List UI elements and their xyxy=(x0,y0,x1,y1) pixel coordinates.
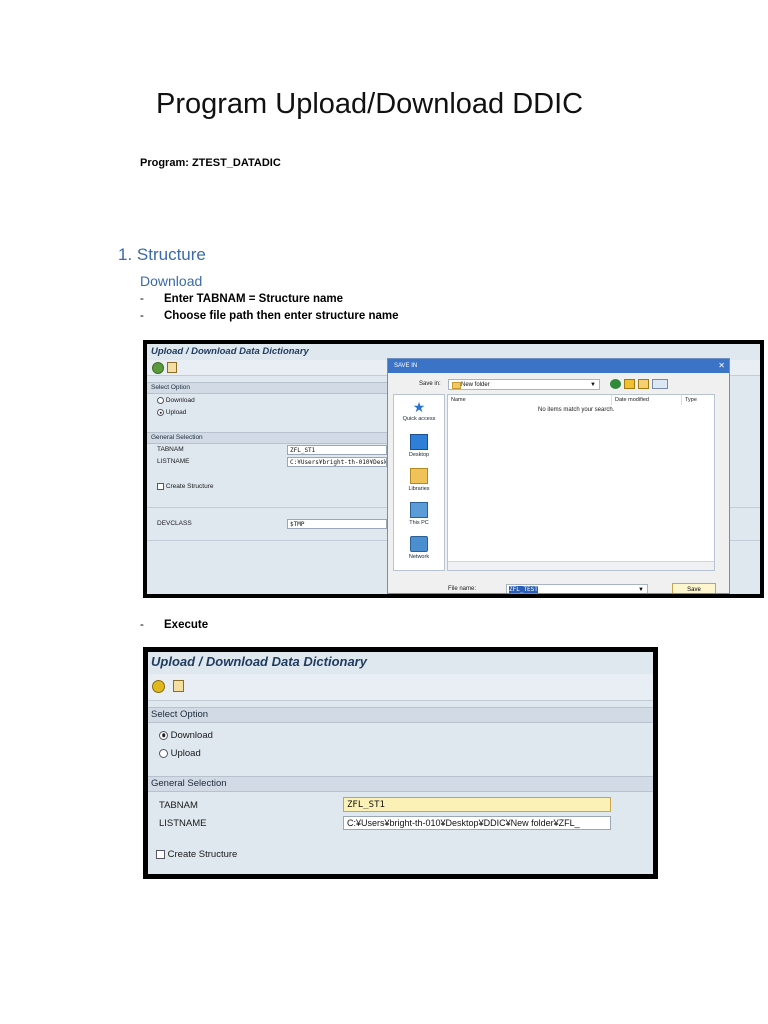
new-folder-icon[interactable] xyxy=(638,379,649,389)
create-structure-label: Create Structure xyxy=(165,483,214,491)
create-structure-checkbox[interactable] xyxy=(157,483,164,490)
place-label: Libraries xyxy=(408,486,430,492)
general-selection-header: General Selection xyxy=(147,432,391,444)
column-header-type[interactable]: Type xyxy=(682,395,713,405)
upload-radio[interactable] xyxy=(159,748,168,758)
sap-window: Upload / Download Data Dictionary Select… xyxy=(148,652,653,874)
tabnam-input[interactable]: ZFL_ST1 xyxy=(343,797,611,812)
folder-icon xyxy=(452,382,461,389)
upload-option[interactable]: Upload xyxy=(159,748,201,759)
listname-input[interactable]: C:¥Users¥bright-th-010¥Deskt xyxy=(287,457,387,467)
places-bar: ★ Quick access Desktop Libraries This PC xyxy=(393,394,445,571)
program-name: Program: ZTEST_DATADIC xyxy=(140,157,281,169)
upload-label: Upload xyxy=(165,409,187,417)
sap-screenshot-download: Upload / Download Data Dictionary Select… xyxy=(143,647,658,879)
execute-icon[interactable] xyxy=(152,362,164,374)
network-icon xyxy=(410,536,428,552)
desktop-icon xyxy=(410,434,428,450)
file-name-input[interactable]: ZFL_TEST ▼ xyxy=(506,584,648,593)
place-this-pc[interactable]: This PC xyxy=(396,499,442,531)
tabnam-input[interactable]: ZFL_ST1 xyxy=(287,445,387,455)
create-structure-option[interactable]: Create Structure xyxy=(156,849,237,860)
select-option-header: Select Option xyxy=(147,382,391,394)
listname-input[interactable]: C:¥Users¥bright-th-010¥Desktop¥DDIC¥New … xyxy=(343,816,611,830)
save-in-dialog: SAVE IN ✕ Save in: New folder ▼ ★ Quick … xyxy=(387,358,730,594)
upload-radio[interactable] xyxy=(157,409,164,416)
download-label: Download xyxy=(170,730,213,741)
computer-icon xyxy=(410,502,428,518)
sap-screenshot-upload: Upload / Download Data Dictionary Select… xyxy=(143,340,764,598)
up-folder-icon[interactable] xyxy=(624,379,635,389)
bullet-text: Enter TABNAM = Structure name xyxy=(164,293,344,305)
save-button[interactable]: Save xyxy=(672,583,716,593)
bullet-dash: - xyxy=(140,293,144,305)
tabnam-label: TABNAM xyxy=(157,446,184,453)
chevron-down-icon: ▼ xyxy=(590,382,596,388)
download-option[interactable]: Download xyxy=(157,397,195,404)
file-name-value: ZFL_TEST xyxy=(509,586,538,593)
place-label: Network xyxy=(408,554,430,560)
dialog-title: SAVE IN xyxy=(394,363,418,369)
star-icon: ★ xyxy=(412,399,426,415)
create-structure-option[interactable]: Create Structure xyxy=(157,483,214,490)
download-radio[interactable] xyxy=(159,730,168,740)
place-libraries[interactable]: Libraries xyxy=(396,465,442,497)
bullet-item: - Choose file path then enter structure n… xyxy=(140,310,399,322)
file-list[interactable]: Name Date modified Type No items match y… xyxy=(447,394,715,571)
dialog-title-bar: SAVE IN ✕ xyxy=(388,359,729,373)
bullet-text: Choose file path then enter structure na… xyxy=(164,310,399,322)
variant-icon[interactable] xyxy=(167,362,177,373)
column-header-name[interactable]: Name xyxy=(448,395,612,405)
libraries-icon xyxy=(410,468,428,484)
sap-window-title: Upload / Download Data Dictionary xyxy=(151,654,367,669)
tabnam-label: TABNAM xyxy=(159,800,198,811)
bullet-item: - Enter TABNAM = Structure name xyxy=(140,293,343,305)
download-radio[interactable] xyxy=(157,397,164,404)
file-name-label: File name: xyxy=(448,586,477,592)
chevron-down-icon: ▼ xyxy=(638,587,644,593)
general-selection-header: General Selection xyxy=(148,776,653,792)
back-icon[interactable] xyxy=(610,379,621,389)
place-quick-access[interactable]: ★ Quick access xyxy=(396,397,442,429)
devclass-input[interactable]: $TMP xyxy=(287,519,387,529)
variant-icon[interactable] xyxy=(173,680,184,692)
devclass-label: DEVCLASS xyxy=(157,520,192,527)
download-option[interactable]: Download xyxy=(159,730,213,741)
download-label: Download xyxy=(165,397,195,405)
save-in-select[interactable]: New folder ▼ xyxy=(448,379,600,390)
place-desktop[interactable]: Desktop xyxy=(396,431,442,463)
place-label: Desktop xyxy=(408,452,430,458)
bullet-item: - Execute xyxy=(140,619,208,631)
create-structure-label: Create Structure xyxy=(167,849,238,860)
bullet-dash: - xyxy=(140,310,144,322)
place-network[interactable]: Network xyxy=(396,533,442,565)
sap-window: Upload / Download Data Dictionary Select… xyxy=(147,344,760,594)
section-heading: 1. Structure xyxy=(118,245,206,264)
listname-label: LISTNAME xyxy=(159,818,207,829)
place-label: Quick access xyxy=(402,416,436,422)
place-label: This PC xyxy=(409,520,429,526)
column-header-date-modified[interactable]: Date modified xyxy=(612,395,682,405)
empty-message: No items match your search. xyxy=(538,407,615,413)
sap-toolbar xyxy=(148,674,653,701)
bullet-dash: - xyxy=(140,619,144,631)
listname-label: LISTNAME xyxy=(157,458,190,465)
horizontal-scrollbar[interactable] xyxy=(448,561,714,570)
close-icon[interactable]: ✕ xyxy=(718,359,725,373)
select-option-header: Select Option xyxy=(148,707,653,723)
upload-option[interactable]: Upload xyxy=(157,409,186,416)
save-in-value: New folder xyxy=(461,382,490,388)
save-in-label: Save in: xyxy=(419,381,441,387)
upload-label: Upload xyxy=(170,748,201,759)
sub-heading: Download xyxy=(140,273,203,289)
bullet-text: Execute xyxy=(164,619,209,631)
page-title: Program Upload/Download DDIC xyxy=(156,88,584,120)
create-structure-checkbox[interactable] xyxy=(156,849,165,859)
view-menu-icon[interactable] xyxy=(652,379,668,389)
execute-icon[interactable] xyxy=(152,680,165,693)
